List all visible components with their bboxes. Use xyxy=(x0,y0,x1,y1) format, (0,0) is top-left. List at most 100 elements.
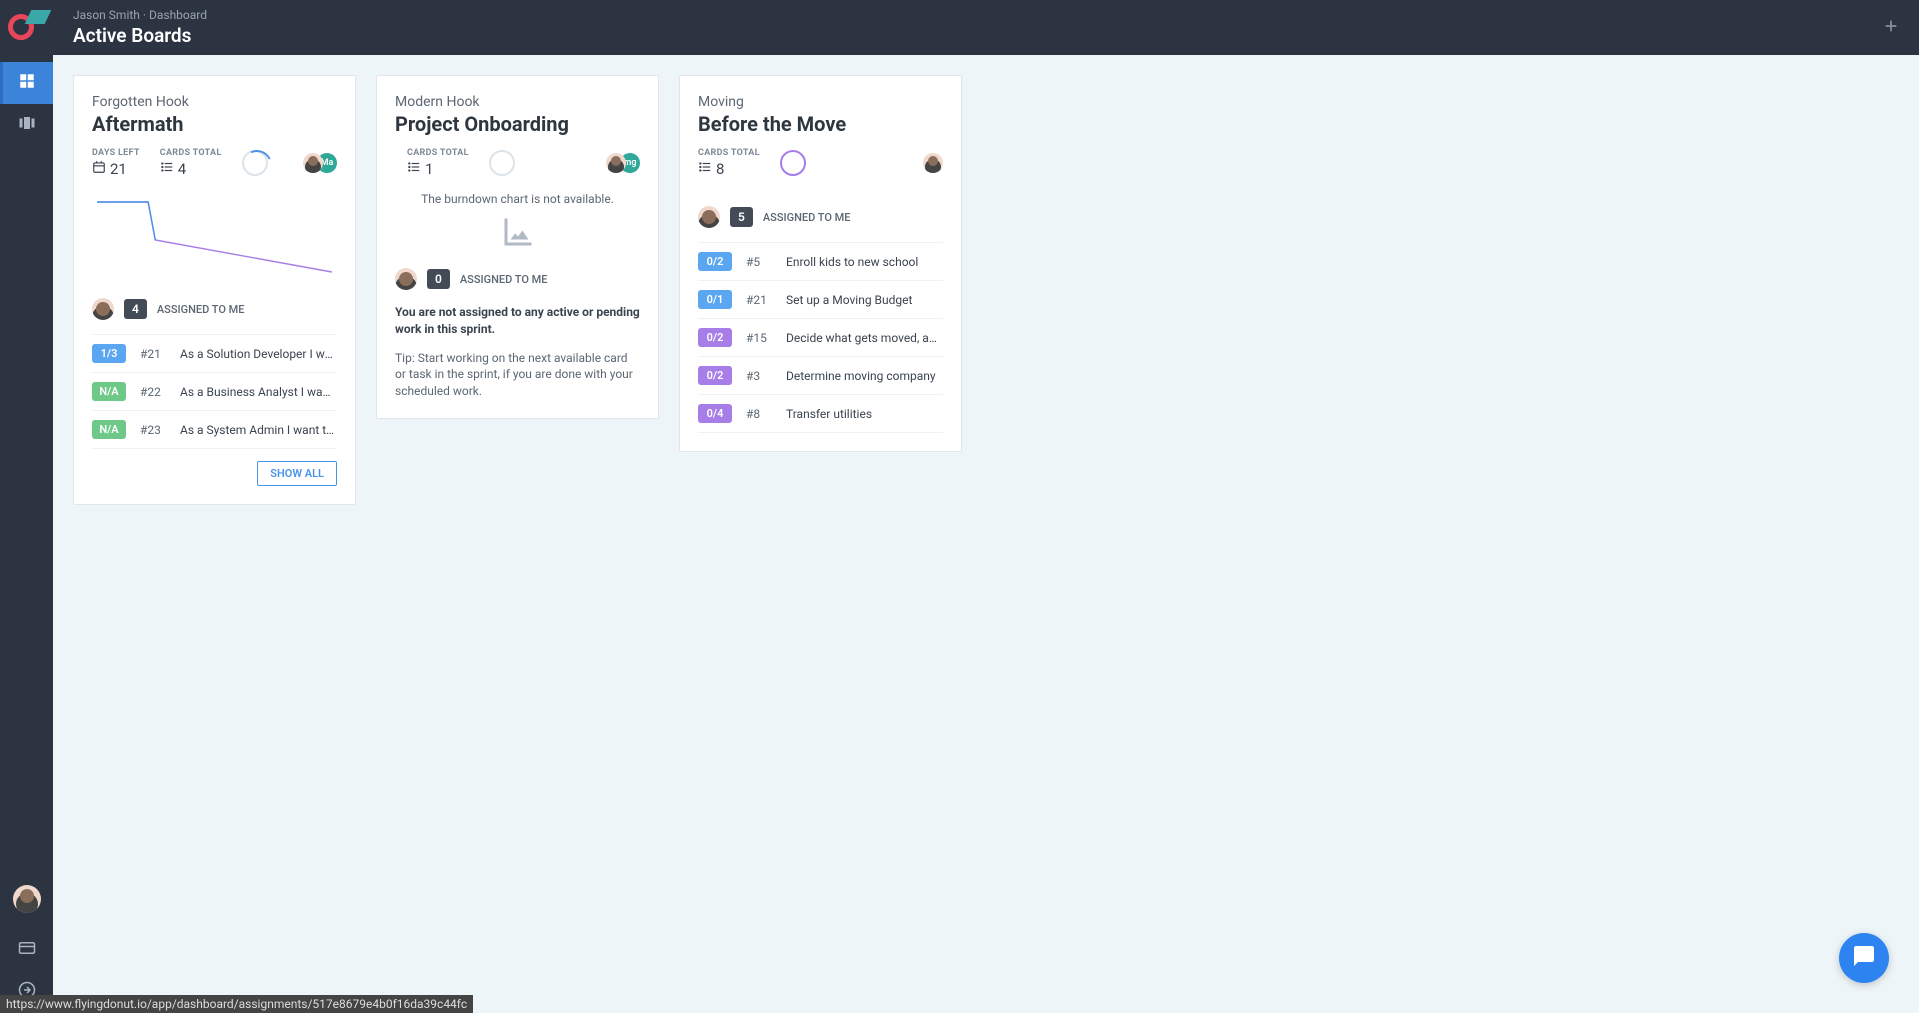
assigned-count: 4 xyxy=(124,299,147,319)
app-logo[interactable] xyxy=(8,12,46,42)
status-bar-url: https://www.flyingdonut.io/app/dashboard… xyxy=(0,995,473,1013)
task-badge: 0/4 xyxy=(698,404,732,423)
content: Jason Smith · Dashboard Active Boards Fo… xyxy=(53,0,1919,1013)
user-avatar-small xyxy=(395,268,417,290)
board-stats: CARDS TOTAL 1 mg xyxy=(395,148,640,178)
list-icon xyxy=(407,160,421,178)
calendar-icon xyxy=(92,160,106,178)
task-badge: N/A xyxy=(92,382,126,401)
task-id: #21 xyxy=(140,347,166,361)
progress-ring xyxy=(780,150,806,176)
task-title: Set up a Moving Budget xyxy=(786,293,943,307)
no-chart-message: The burndown chart is not available. xyxy=(395,192,640,206)
member-avatar[interactable] xyxy=(606,153,626,173)
user-avatar-small xyxy=(698,206,720,228)
board-subtitle: Forgotten Hook xyxy=(92,94,337,110)
boards-icon xyxy=(18,114,36,136)
task-title: As a Solution Developer I want … xyxy=(180,347,337,361)
days-left-value: 21 xyxy=(110,160,127,178)
task-title: Decide what gets moved, and w… xyxy=(786,331,943,345)
task-row[interactable]: 0/2 #3 Determine moving company xyxy=(698,357,943,395)
task-row[interactable]: 0/4 #8 Transfer utilities xyxy=(698,395,943,433)
credit-card-icon xyxy=(18,939,36,961)
board-title: Project Onboarding xyxy=(395,112,640,136)
nav-boards[interactable] xyxy=(0,104,53,146)
board-card[interactable]: Forgotten Hook Aftermath DAYS LEFT 21 CA… xyxy=(73,75,356,505)
list-icon xyxy=(160,160,174,178)
task-badge: N/A xyxy=(92,420,126,439)
task-id: #22 xyxy=(140,385,166,399)
task-row[interactable]: 0/1 #21 Set up a Moving Budget xyxy=(698,281,943,319)
board-members xyxy=(929,153,943,173)
assigned-section: 5 ASSIGNED TO ME xyxy=(698,206,943,228)
show-all-wrap: SHOW ALL xyxy=(92,461,337,486)
breadcrumb: Jason Smith · Dashboard xyxy=(73,8,1883,22)
task-title: Transfer utilities xyxy=(786,407,943,421)
add-button[interactable] xyxy=(1883,18,1899,38)
board-subtitle: Moving xyxy=(698,94,943,110)
board-title: Before the Move xyxy=(698,112,943,136)
burndown-chart xyxy=(92,192,337,282)
nav-billing[interactable] xyxy=(0,929,53,971)
tip-message: Tip: Start working on the next available… xyxy=(395,350,640,400)
task-badge: 1/3 xyxy=(92,344,126,363)
task-row[interactable]: N/A #22 As a Business Analyst I want to … xyxy=(92,373,337,411)
task-badge: 0/2 xyxy=(698,366,732,385)
user-avatar[interactable] xyxy=(13,885,41,913)
task-list: 1/3 #21 As a Solution Developer I want …… xyxy=(92,334,337,449)
task-row[interactable]: 1/3 #21 As a Solution Developer I want … xyxy=(92,335,337,373)
assigned-section: 4 ASSIGNED TO ME xyxy=(92,298,337,320)
assigned-count: 5 xyxy=(730,207,753,227)
progress-ring xyxy=(489,150,515,176)
sidebar xyxy=(0,0,53,1013)
board-members: Ma xyxy=(309,153,337,173)
assigned-count: 0 xyxy=(427,269,450,289)
cards-total-value: 4 xyxy=(178,160,186,178)
page-title: Active Boards xyxy=(73,24,1883,47)
board-card[interactable]: Moving Before the Move CARDS TOTAL 8 xyxy=(679,75,962,452)
task-id: #3 xyxy=(746,369,772,383)
task-title: As a Business Analyst I want to … xyxy=(180,385,337,399)
task-id: #8 xyxy=(746,407,772,421)
assigned-label: ASSIGNED TO ME xyxy=(157,303,245,316)
user-avatar-small xyxy=(92,298,114,320)
task-id: #23 xyxy=(140,423,166,437)
board-card[interactable]: Modern Hook Project Onboarding CARDS TOT… xyxy=(376,75,659,419)
member-avatar[interactable] xyxy=(303,153,323,173)
board-members: mg xyxy=(612,153,640,173)
task-title: Enroll kids to new school xyxy=(786,255,943,269)
chat-fab[interactable] xyxy=(1839,933,1889,983)
task-id: #5 xyxy=(746,255,772,269)
member-avatar[interactable] xyxy=(923,153,943,173)
assigned-section: 0 ASSIGNED TO ME xyxy=(395,268,640,290)
not-assigned-message: You are not assigned to any active or pe… xyxy=(395,304,640,338)
nav-dashboard[interactable] xyxy=(0,62,53,104)
task-badge: 0/1 xyxy=(698,290,732,309)
task-row[interactable]: N/A #23 As a System Admin I want to qu… xyxy=(92,411,337,449)
progress-ring xyxy=(242,150,268,176)
board-stats: DAYS LEFT 21 CARDS TOTAL 4 xyxy=(92,148,337,178)
list-icon xyxy=(698,160,712,178)
cards-total-label: CARDS TOTAL xyxy=(160,148,222,158)
task-title: As a System Admin I want to qu… xyxy=(180,423,337,437)
topbar: Jason Smith · Dashboard Active Boards xyxy=(53,0,1919,55)
show-all-button[interactable]: SHOW ALL xyxy=(257,461,337,486)
task-row[interactable]: 0/2 #15 Decide what gets moved, and w… xyxy=(698,319,943,357)
app-root: Jason Smith · Dashboard Active Boards Fo… xyxy=(0,0,1919,1013)
boards-container: Forgotten Hook Aftermath DAYS LEFT 21 CA… xyxy=(53,55,1919,1013)
task-id: #15 xyxy=(746,331,772,345)
task-badge: 0/2 xyxy=(698,328,732,347)
dashboard-icon xyxy=(18,72,36,94)
task-badge: 0/2 xyxy=(698,252,732,271)
chat-icon xyxy=(1852,944,1876,972)
days-left-label: DAYS LEFT xyxy=(92,148,140,158)
task-list: 0/2 #5 Enroll kids to new school 0/1 #21… xyxy=(698,242,943,433)
task-title: Determine moving company xyxy=(786,369,943,383)
cards-total-label: CARDS TOTAL xyxy=(407,148,469,158)
plus-icon xyxy=(1883,19,1899,38)
chart-placeholder-icon xyxy=(395,214,640,250)
task-row[interactable]: 0/2 #5 Enroll kids to new school xyxy=(698,243,943,281)
cards-total-value: 8 xyxy=(716,160,724,178)
cards-total-value: 1 xyxy=(425,160,433,178)
board-subtitle: Modern Hook xyxy=(395,94,640,110)
